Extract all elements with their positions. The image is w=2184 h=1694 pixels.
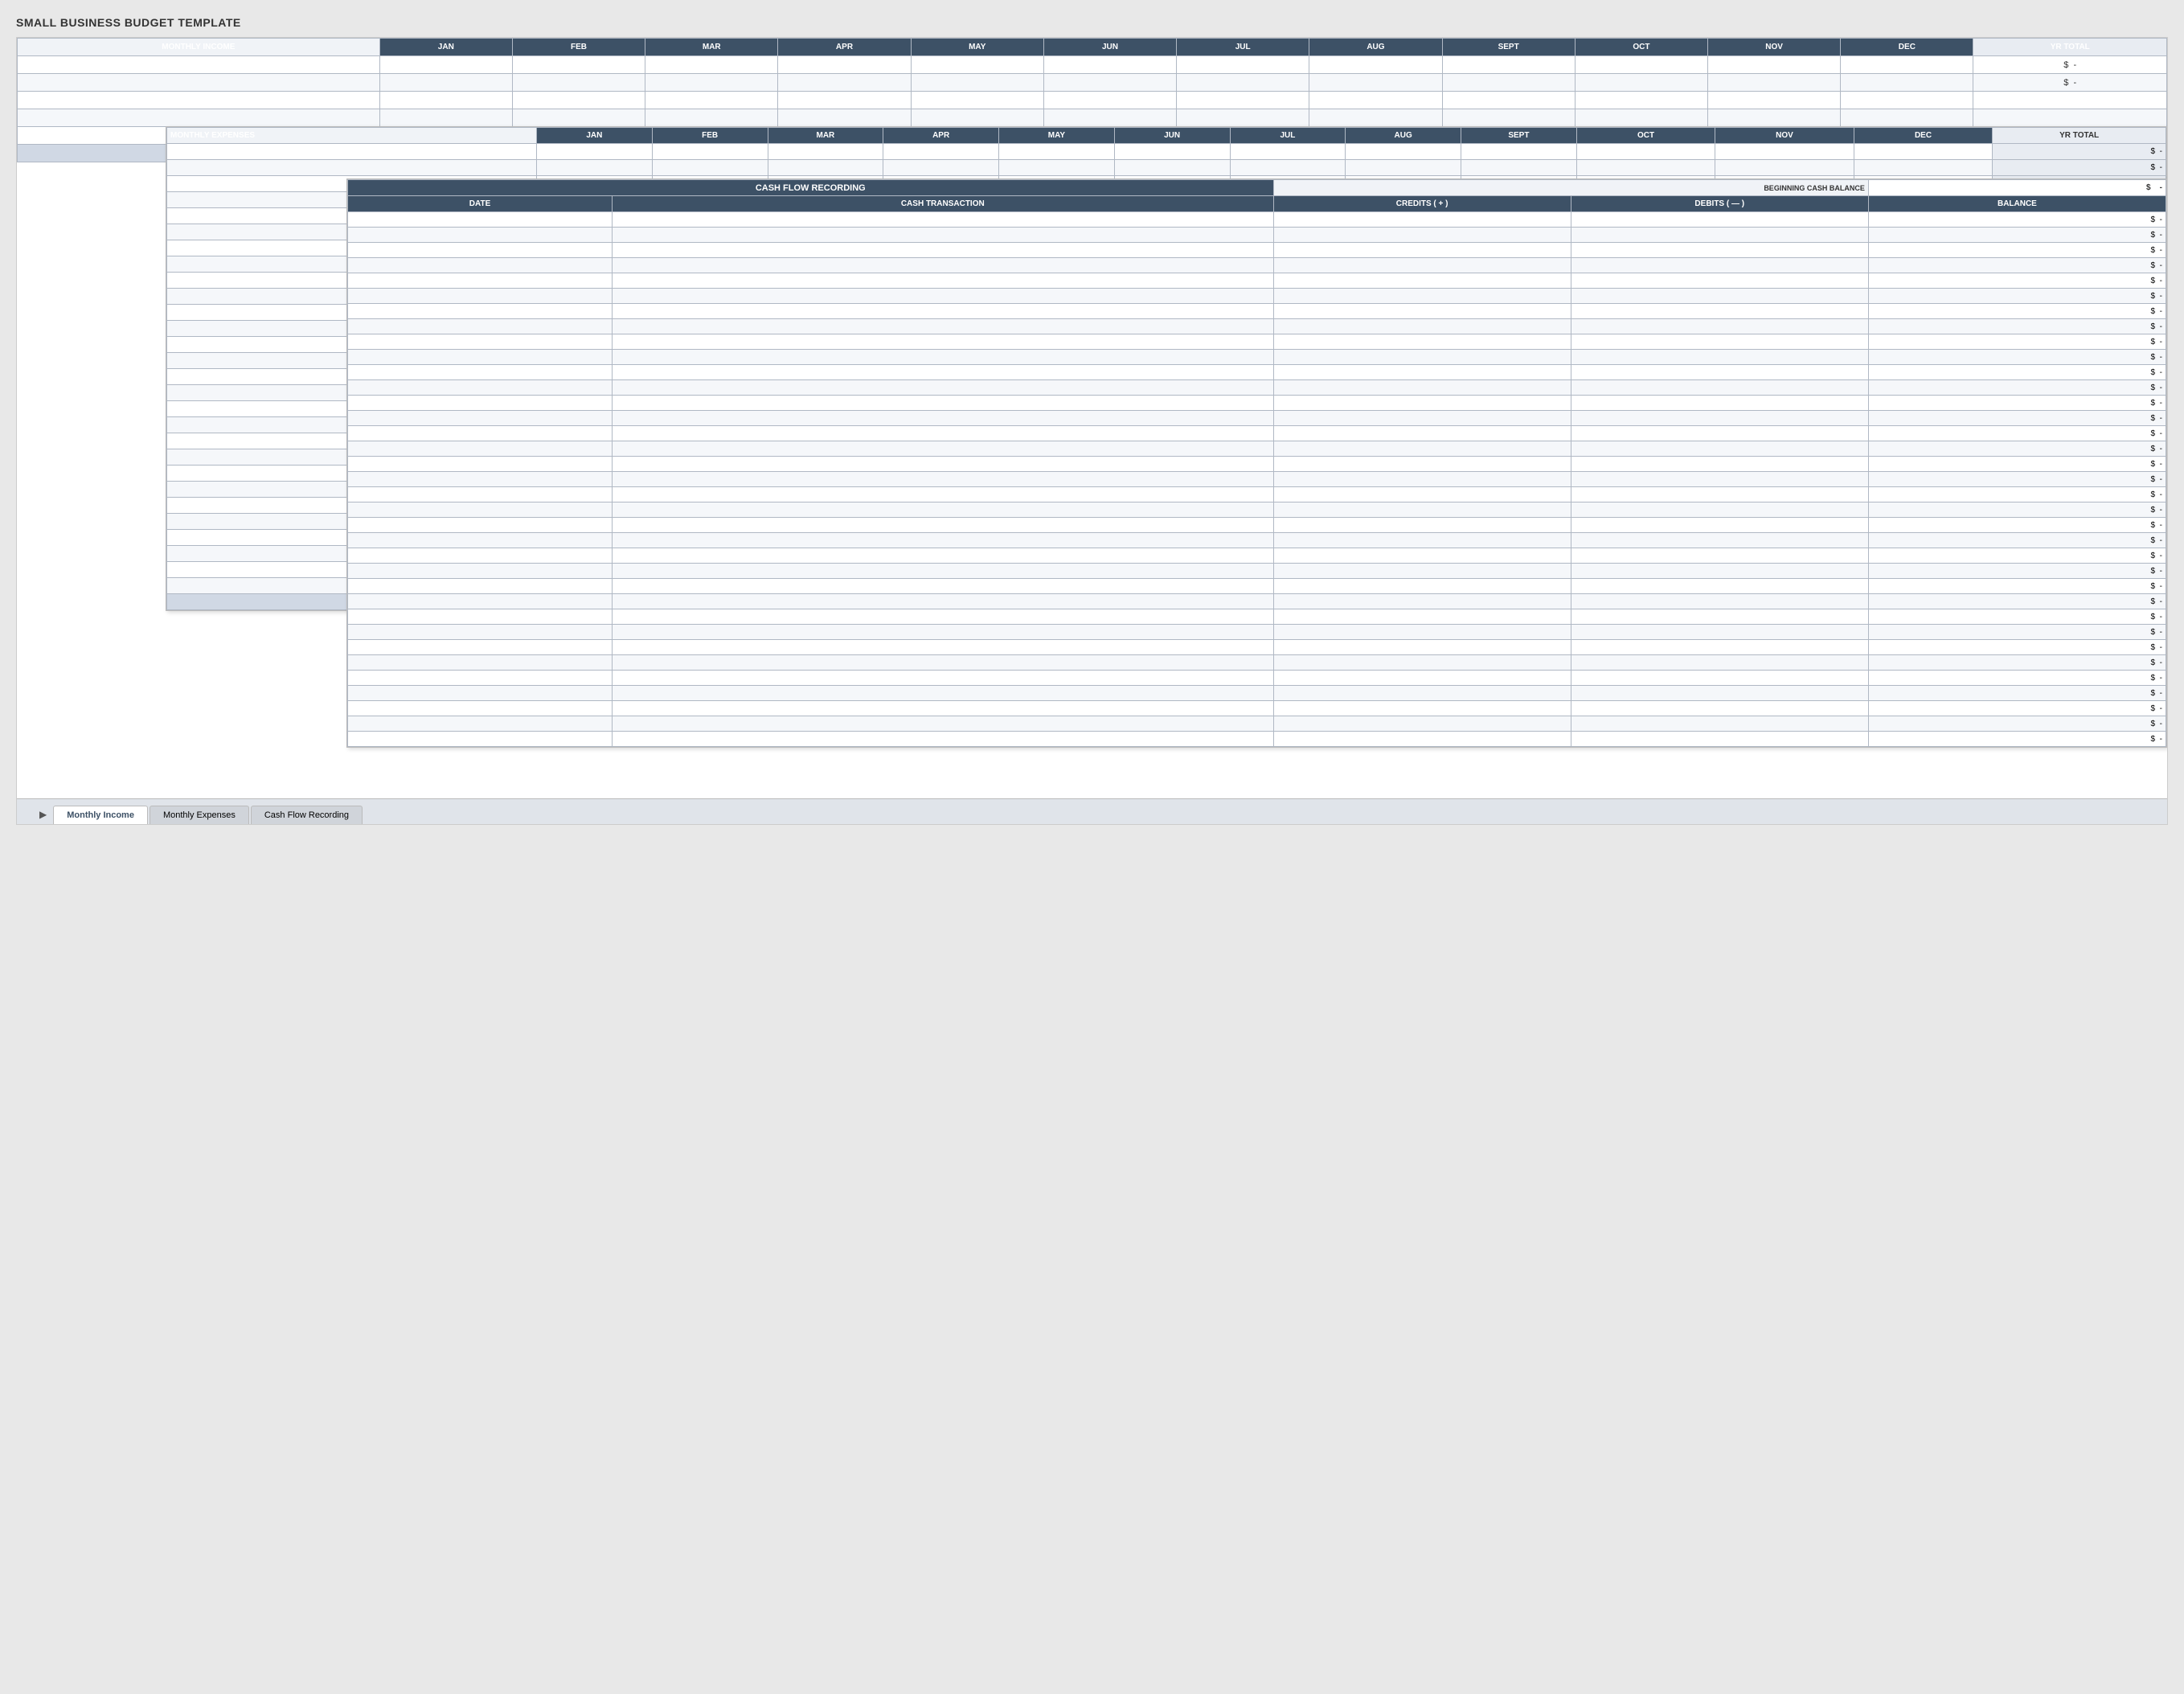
cashflow-row: $ - xyxy=(348,548,2166,564)
cashflow-row: $ - xyxy=(348,533,2166,548)
income-row xyxy=(18,92,2167,109)
cash-flow-sheet: CASH FLOW RECORDING BEGINNING CASH BALAN… xyxy=(346,178,2167,748)
cashflow-row: $ - xyxy=(348,365,2166,380)
balance-col-header: BALANCE xyxy=(1868,196,2166,212)
cashflow-row: $ - xyxy=(348,701,2166,716)
cash-flow-header: CASH FLOW RECORDING xyxy=(348,180,1274,196)
income-row: $ - xyxy=(18,56,2167,74)
cashflow-row: $ - xyxy=(348,396,2166,411)
cashflow-row: $ - xyxy=(348,579,2166,594)
cashflow-row: $ - xyxy=(348,350,2166,365)
tab-bar: ▶ Monthly Income Monthly Expenses Cash F… xyxy=(17,798,2167,824)
cashflow-row: $ - xyxy=(348,732,2166,747)
transaction-col-header: CASH TRANSACTION xyxy=(613,196,1274,212)
cashflow-row: $ - xyxy=(348,304,2166,319)
cashflow-row: $ - xyxy=(348,518,2166,533)
cashflow-row: $ - xyxy=(348,243,2166,258)
cashflow-row: $ - xyxy=(348,228,2166,243)
monthly-expenses-header: MONTHLY EXPENSES xyxy=(167,128,537,144)
tab-monthly-expenses[interactable]: Monthly Expenses xyxy=(150,806,249,824)
credits-col-header: CREDITS ( + ) xyxy=(1273,196,1571,212)
monthly-income-header: MONTHLY INCOME xyxy=(18,39,380,56)
cashflow-row: $ - xyxy=(348,487,2166,502)
cashflow-row: $ - xyxy=(348,716,2166,732)
cashflow-row: $ - xyxy=(348,212,2166,228)
debits-col-header: DEBITS ( — ) xyxy=(1571,196,1868,212)
nav-arrow[interactable]: ▶ xyxy=(33,805,53,824)
beginning-balance-value: $ - xyxy=(1868,180,2166,196)
cashflow-row: $ - xyxy=(348,411,2166,426)
cashflow-row: $ - xyxy=(348,655,2166,671)
cashflow-row: $ - xyxy=(348,273,2166,289)
beginning-balance-label: BEGINNING CASH BALANCE xyxy=(1273,180,1868,196)
income-row xyxy=(18,109,2167,127)
cashflow-row: $ - xyxy=(348,502,2166,518)
date-col-header: DATE xyxy=(348,196,613,212)
cashflow-row: $ - xyxy=(348,472,2166,487)
page-title: SMALL BUSINESS BUDGET TEMPLATE xyxy=(16,16,2168,29)
cashflow-row: $ - xyxy=(348,609,2166,625)
cashflow-row: $ - xyxy=(348,564,2166,579)
cash-flow-table: CASH FLOW RECORDING BEGINNING CASH BALAN… xyxy=(347,179,2166,747)
cashflow-row: $ - xyxy=(348,686,2166,701)
cashflow-row: $ - xyxy=(348,426,2166,441)
expenses-row: $ - xyxy=(167,160,2166,176)
cashflow-row: $ - xyxy=(348,594,2166,609)
cashflow-row: $ - xyxy=(348,380,2166,396)
income-row: $ - xyxy=(18,74,2167,92)
cashflow-row: $ - xyxy=(348,671,2166,686)
cashflow-row: $ - xyxy=(348,457,2166,472)
cashflow-row: $ - xyxy=(348,319,2166,334)
cashflow-row: $ - xyxy=(348,334,2166,350)
cashflow-row: $ - xyxy=(348,640,2166,655)
expenses-row: $ - xyxy=(167,144,2166,160)
cashflow-row: $ - xyxy=(348,625,2166,640)
cashflow-row: $ - xyxy=(348,441,2166,457)
tab-cash-flow-recording[interactable]: Cash Flow Recording xyxy=(251,806,363,824)
cashflow-row: $ - xyxy=(348,258,2166,273)
cashflow-row: $ - xyxy=(348,289,2166,304)
tab-monthly-income[interactable]: Monthly Income xyxy=(53,806,148,824)
